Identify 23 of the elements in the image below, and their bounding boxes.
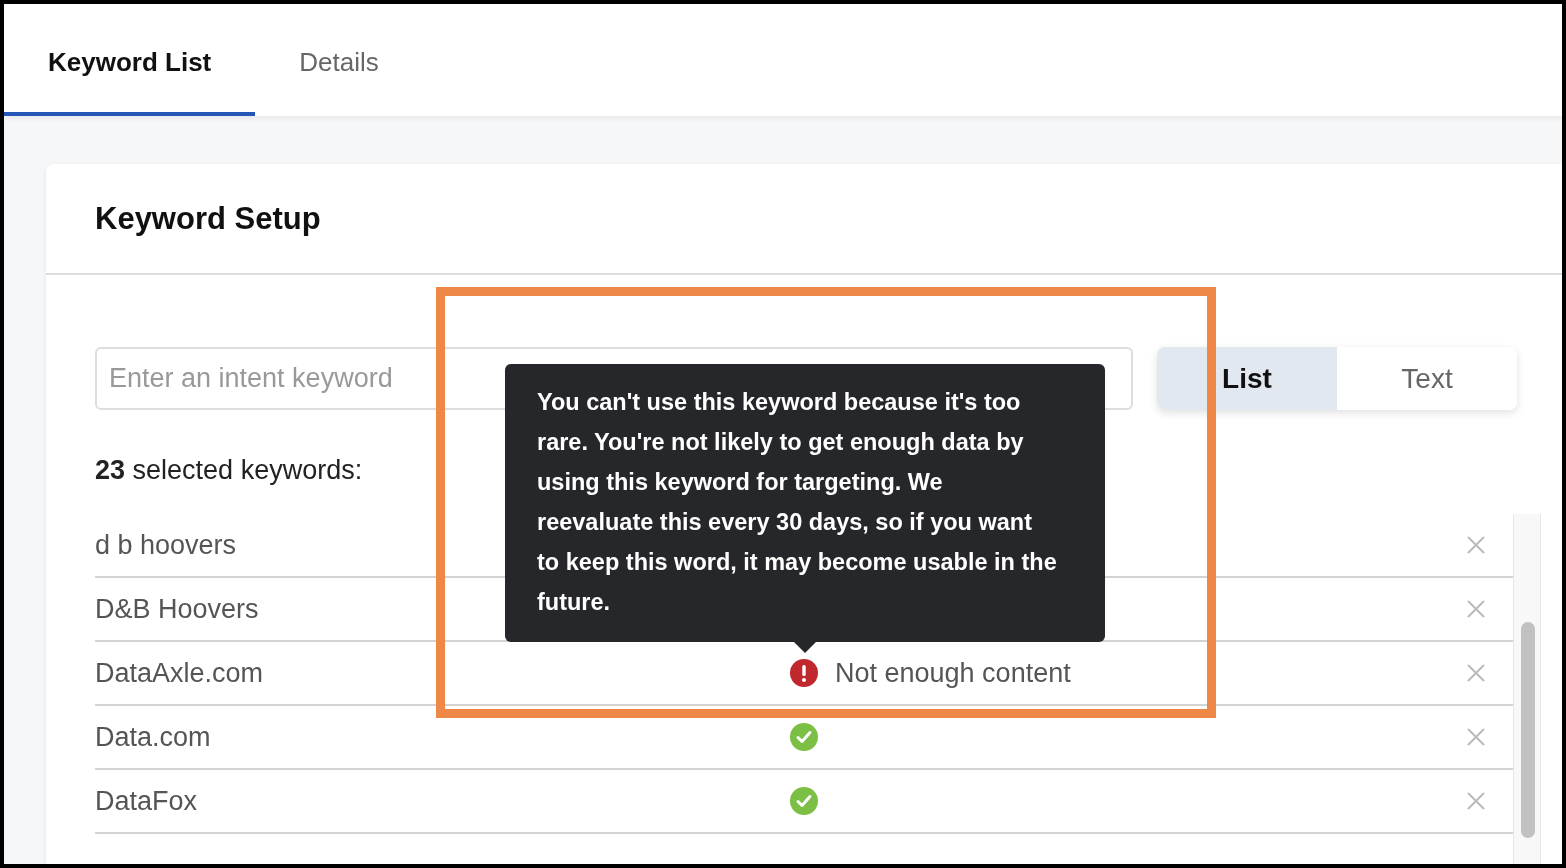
mode-toggle-button[interactable]: List <box>1157 347 1337 410</box>
keyword-name: D&B Hoovers <box>95 593 259 625</box>
tab[interactable]: Details <box>255 4 423 116</box>
keyword-name: Data.com <box>95 721 211 753</box>
close-icon[interactable] <box>1467 600 1485 618</box>
card-title: Keyword Setup <box>95 200 321 237</box>
close-icon[interactable] <box>1467 728 1485 746</box>
keyword-name: d b hoovers <box>95 529 237 561</box>
close-icon[interactable] <box>1467 792 1485 810</box>
error-icon <box>789 658 819 688</box>
scrollbar-track[interactable] <box>1513 514 1541 864</box>
selected-count: 23 selected keywords: <box>95 455 363 486</box>
close-icon[interactable] <box>1467 536 1485 554</box>
close-icon[interactable] <box>1467 664 1485 682</box>
check-circle-icon <box>789 722 819 752</box>
scrollbar-thumb[interactable] <box>1521 622 1535 838</box>
check-circle-icon <box>789 786 819 816</box>
tab[interactable]: Keyword List <box>4 4 256 116</box>
mode-toggle-button[interactable]: Text <box>1337 347 1517 410</box>
keyword-name: DataAxle.com <box>95 657 264 689</box>
keyword-name: DataFox <box>95 785 198 817</box>
tooltip-text: You can't use this keyword because it's too rare. You're not likely to get enough data by using this keyword for targeting. We reevaluate this every 30 days, so if you want to keep this word, it may become usable in the future. <box>537 389 1057 615</box>
status-text: Not enough content <box>835 657 1071 689</box>
